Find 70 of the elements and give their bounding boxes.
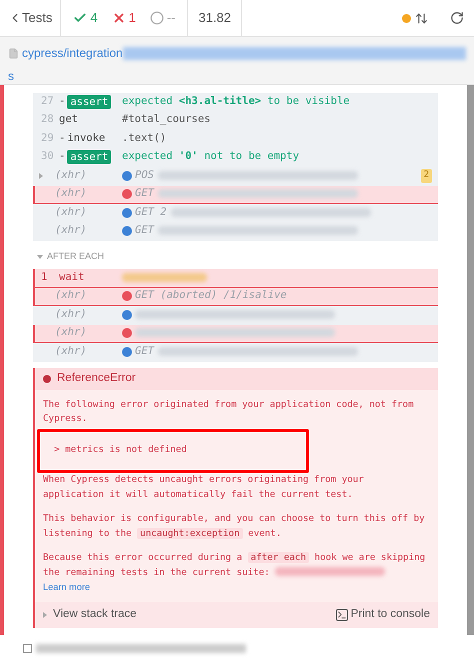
xhr-label: (xhr) [54,168,88,183]
file-icon [8,48,19,58]
command-row[interactable]: 30 - assert expected '0' not to be empty [33,148,438,167]
line-number: 29 [40,130,55,146]
command-message: #total_courses [122,112,211,128]
reload-icon[interactable] [450,11,464,25]
command-name: invoke [67,130,106,146]
pending-count: -- [150,8,176,28]
command-name: assert [67,94,112,109]
command-name: get [59,112,78,128]
child-dash: - [59,94,66,109]
command-row[interactable]: 28 get #total_courses [33,112,438,130]
xhr-label: (xhr) [54,344,88,359]
error-paragraph: The following error originated from your application code, not from Cypress. [43,398,415,426]
command-row[interactable]: 1 wait [33,269,438,288]
error-paragraph: This behavior is configurable, and you can choose to turn this off by listening to the uncaught:exception event. [43,512,426,540]
resize-icon[interactable] [415,12,428,24]
failed-count: 1 [112,8,136,28]
print-to-console-button[interactable]: Print to console [336,606,430,624]
xhr-request: GET (aborted) /1/isalive [135,288,287,304]
duration: 31.82 [188,0,242,36]
child-dash: - [59,130,66,146]
xhr-label: (xhr) [54,204,88,220]
command-name: wait [59,270,84,285]
command-message: .text() [122,130,166,146]
xhr-label: (xhr) [54,306,88,322]
xhr-request: GET [135,223,154,238]
xhr-row[interactable]: (xhr) GET [33,222,438,241]
learn-more-link[interactable]: Learn more [43,582,90,592]
terminal-icon [336,608,348,620]
error-title: ReferenceError [57,370,136,386]
child-dash: - [59,149,66,164]
command-row[interactable]: 29 - invoke .text() [33,130,438,148]
xhr-request: GET 2 [135,204,167,220]
xhr-row[interactable]: (xhr) GET (aborted) /1/isalive [33,288,438,306]
error-message: > metrics is not defined [43,436,430,463]
line-number: 30 [40,149,55,164]
line-number: 1 [40,270,48,285]
xhr-row[interactable]: (xhr) GET [33,343,438,362]
xhr-row[interactable]: (xhr) POS 2 [33,167,438,186]
xhr-request: GET [135,344,154,359]
error-paragraph: Because this error occurred during a after each hook we are skipping the remaining tests in the current suite: Learn more [43,551,426,594]
spec-path[interactable]: cypress/integration [22,44,123,62]
xhr-request: GET [135,186,154,202]
xhr-label: (xhr) [54,325,88,340]
xhr-row[interactable]: (xhr) GET 2 [33,204,438,222]
count-badge: 2 [420,169,432,182]
command-name: assert [67,150,112,164]
spec-path-end[interactable]: s [8,67,466,85]
xhr-row[interactable]: (xhr) [33,306,438,324]
command-message: expected <h3.al-title> to be visible [122,94,350,109]
command-row[interactable]: 27 - assert expected <h3.al-title> to be visible [33,93,438,112]
command-message: expected '0' not to be empty [122,149,300,164]
expand-icon[interactable] [39,172,43,179]
test-checkbox[interactable] [23,644,32,652]
hook-title[interactable]: AFTER EACH [33,245,438,269]
error-paragraph: When Cypress detects uncaught errors originating from your application it will automatically fail the current test. [43,473,365,502]
passed-count: 4 [73,8,98,28]
xhr-request: POS [135,168,154,183]
scrollbar[interactable] [467,85,474,635]
xhr-row[interactable]: (xhr) [33,324,438,343]
xhr-label: (xhr) [54,288,88,304]
xhr-row[interactable]: (xhr) GET [33,186,438,204]
xhr-label: (xhr) [54,223,88,238]
stack-trace-toggle[interactable]: View stack trace [43,606,137,624]
line-number: 27 [40,94,55,109]
error-icon [43,374,51,382]
xhr-label: (xhr) [54,186,88,202]
back-button[interactable]: Tests [0,0,62,36]
line-number: 28 [40,112,55,128]
